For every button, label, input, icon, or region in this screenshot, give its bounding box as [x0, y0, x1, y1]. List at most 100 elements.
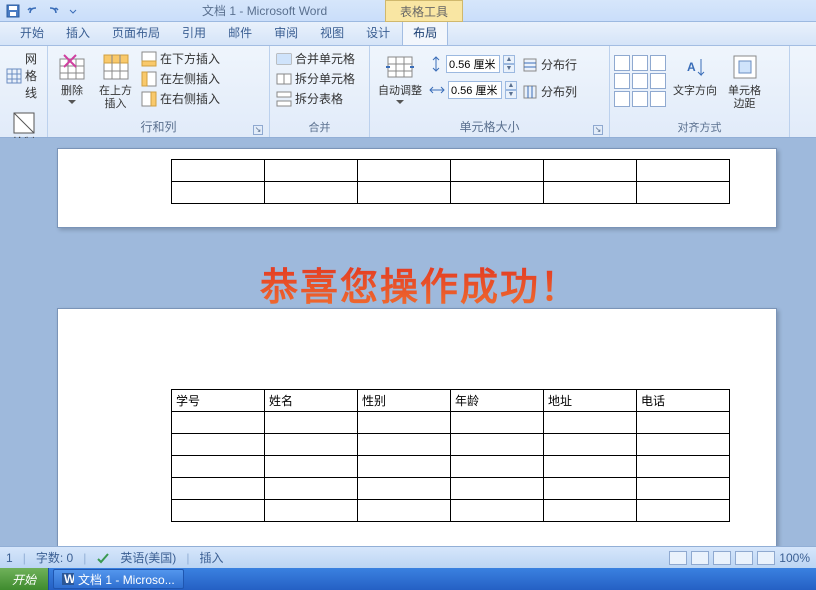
align-bl[interactable]	[614, 91, 630, 107]
table-row[interactable]	[172, 160, 730, 182]
table-row[interactable]	[172, 500, 730, 522]
document-area[interactable]: 恭喜您操作成功！ 学号 姓名 性别 年龄 地址 电话	[0, 138, 816, 568]
group-label-size: 单元格大小↘	[374, 116, 605, 137]
autofit-button[interactable]: 自动调整	[374, 49, 426, 106]
merge-icon	[276, 51, 292, 67]
view-gridlines-button[interactable]: 网格线	[4, 49, 43, 102]
split-table-button[interactable]: 拆分表格	[274, 89, 357, 108]
table-1[interactable]	[171, 159, 730, 204]
col-width-input[interactable]	[448, 81, 502, 99]
table-row[interactable]	[172, 182, 730, 204]
chevron-down-icon	[68, 100, 76, 104]
gridlines-label: 网格线	[25, 50, 41, 101]
spin-up[interactable]: ▲	[503, 55, 515, 64]
view-outline[interactable]	[735, 551, 753, 565]
insert-right-icon	[141, 91, 157, 107]
align-mc[interactable]	[632, 73, 648, 89]
split-cells-button[interactable]: 拆分单元格	[274, 69, 357, 88]
align-tc[interactable]	[632, 55, 648, 71]
dist-rows-icon	[522, 57, 538, 73]
taskbar-item-word[interactable]: W文档 1 - Microso...	[53, 569, 184, 589]
table-row[interactable]	[172, 456, 730, 478]
dist-cols-label: 分布列	[541, 83, 577, 100]
table-row[interactable]	[172, 412, 730, 434]
align-ml[interactable]	[614, 73, 630, 89]
insert-left-button[interactable]: 在左侧插入	[139, 69, 222, 88]
insert-mode[interactable]: 插入	[199, 549, 223, 566]
qat-dropdown-icon[interactable]	[64, 2, 82, 20]
view-draft[interactable]	[757, 551, 775, 565]
distribute-cols-button[interactable]: 分布列	[520, 82, 579, 101]
view-full-screen[interactable]	[691, 551, 709, 565]
align-mr[interactable]	[650, 73, 666, 89]
th-phone[interactable]: 电话	[637, 390, 730, 412]
table-header-row[interactable]: 学号 姓名 性别 年龄 地址 电话	[172, 390, 730, 412]
tab-home[interactable]: 开始	[10, 20, 54, 45]
tab-design[interactable]: 设计	[356, 20, 400, 45]
group-cell-size: 自动调整 ▲▼ ▲▼ 分布行 分布列 单元格大小↘	[370, 46, 610, 137]
language[interactable]: 英语(美国)	[120, 549, 176, 566]
tab-references[interactable]: 引用	[172, 20, 216, 45]
cell-margins-button[interactable]: 单元格 边距	[724, 49, 765, 113]
launcher-icon[interactable]: ↘	[593, 125, 603, 135]
insert-above-button[interactable]: 在上方 插入	[95, 49, 136, 113]
row-height-spinner[interactable]: ▲▼	[429, 55, 517, 73]
delete-button[interactable]: 删除	[52, 49, 92, 106]
autofit-icon	[384, 51, 416, 83]
word-count[interactable]: 字数: 0	[36, 549, 73, 566]
spin-up[interactable]: ▲	[505, 81, 517, 90]
th-age[interactable]: 年龄	[451, 390, 544, 412]
title-bar: 文档 1 - Microsoft Word 表格工具	[0, 0, 816, 22]
table-row[interactable]	[172, 434, 730, 456]
tab-mailings[interactable]: 邮件	[218, 20, 262, 45]
group-alignment: A文字方向 单元格 边距 对齐方式	[610, 46, 790, 137]
tab-insert[interactable]: 插入	[56, 20, 100, 45]
col-width-spinner[interactable]: ▲▼	[429, 81, 517, 99]
view-print-layout[interactable]	[669, 551, 687, 565]
split-cell-icon	[276, 71, 292, 87]
page-number[interactable]: 1	[6, 551, 13, 565]
redo-icon[interactable]	[44, 2, 62, 20]
insert-below-icon	[141, 51, 157, 67]
group-rows-cols: 删除 在上方 插入 在下方插入 在左侧插入 在右侧插入 行和列↘	[48, 46, 270, 137]
spin-down[interactable]: ▼	[503, 64, 515, 73]
ribbon: 网格线 绘制 斜线表头 表 删除 在上方 插入 在下方插入 在左侧插入 在右侧插…	[0, 46, 816, 138]
merge-cells-button[interactable]: 合并单元格	[274, 49, 357, 68]
text-direction-button[interactable]: A文字方向	[669, 49, 721, 100]
align-br[interactable]	[650, 91, 666, 107]
spellcheck-icon[interactable]	[96, 551, 110, 565]
launcher-icon[interactable]: ↘	[253, 125, 263, 135]
svg-text:A: A	[687, 60, 696, 74]
tab-layout[interactable]: 布局	[402, 19, 448, 45]
table-row[interactable]	[172, 478, 730, 500]
page-1	[57, 148, 777, 228]
distribute-rows-button[interactable]: 分布行	[520, 55, 579, 74]
th-address[interactable]: 地址	[544, 390, 637, 412]
tab-view[interactable]: 视图	[310, 20, 354, 45]
th-id[interactable]: 学号	[172, 390, 265, 412]
spin-down[interactable]: ▼	[505, 90, 517, 99]
align-tr[interactable]	[650, 55, 666, 71]
table-2[interactable]: 学号 姓名 性别 年龄 地址 电话	[171, 389, 730, 522]
save-icon[interactable]	[4, 2, 22, 20]
zoom-level[interactable]: 100%	[779, 551, 810, 565]
insert-right-button[interactable]: 在右侧插入	[139, 89, 222, 108]
view-web-layout[interactable]	[713, 551, 731, 565]
margins-icon	[729, 51, 761, 83]
chevron-down-icon	[396, 100, 404, 104]
start-button[interactable]: 开始	[0, 568, 49, 590]
align-tl[interactable]	[614, 55, 630, 71]
align-bc[interactable]	[632, 91, 648, 107]
insert-left-label: 在左侧插入	[160, 70, 220, 87]
group-label-rowscols: 行和列↘	[52, 116, 265, 137]
th-name[interactable]: 姓名	[265, 390, 358, 412]
context-tab-table-tools: 表格工具	[385, 0, 463, 22]
undo-icon[interactable]	[24, 2, 42, 20]
success-message: 恭喜您操作成功！	[260, 256, 580, 311]
dist-cols-icon	[522, 84, 538, 100]
insert-below-button[interactable]: 在下方插入	[139, 49, 222, 68]
row-height-input[interactable]	[446, 55, 500, 73]
th-gender[interactable]: 性别	[358, 390, 451, 412]
tab-review[interactable]: 审阅	[264, 20, 308, 45]
tab-page-layout[interactable]: 页面布局	[102, 20, 170, 45]
